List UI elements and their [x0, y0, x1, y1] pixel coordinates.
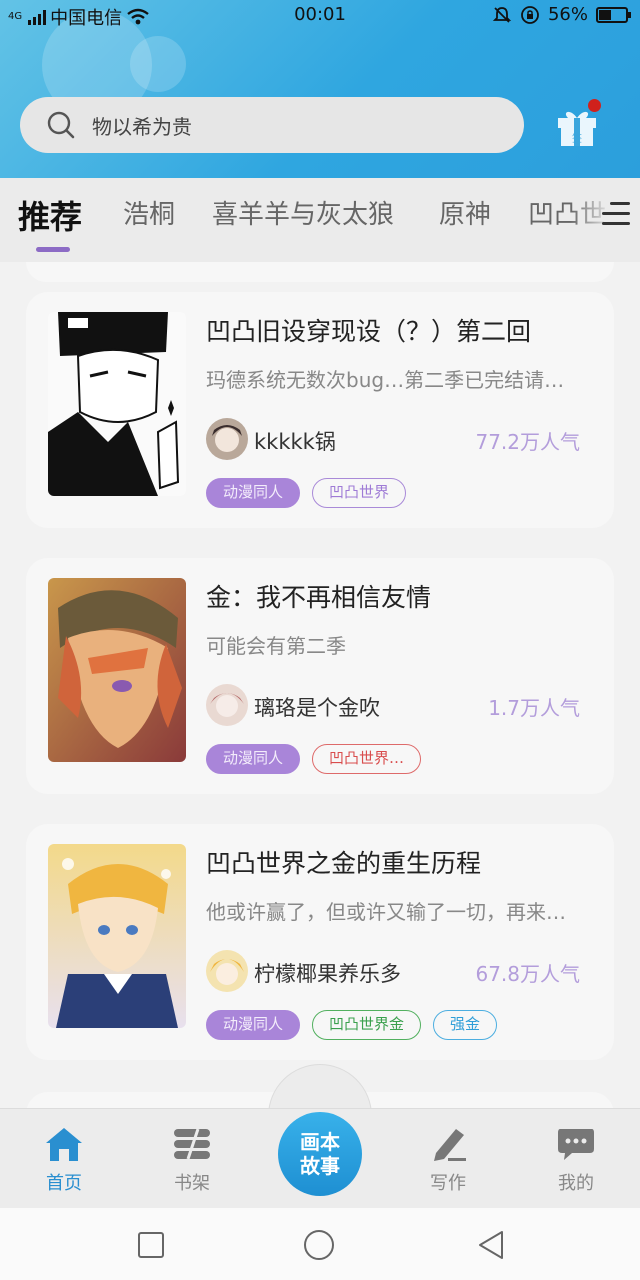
popularity-count: 67.8万人气 — [475, 962, 580, 986]
story-cover-image — [48, 578, 186, 762]
story-tag[interactable]: 动漫同人 — [206, 1010, 301, 1040]
previous-card-edge — [26, 262, 614, 282]
story-tag[interactable]: 凹凸世界 — [312, 478, 407, 508]
search-bar[interactable]: 物以希为贵 — [20, 97, 524, 153]
search-icon — [47, 111, 75, 139]
story-description: 可能会有第二季 — [206, 634, 346, 658]
author-avatar[interactable] — [206, 950, 248, 992]
tab-recommend[interactable]: 推荐 — [18, 192, 82, 238]
nav-mine-label: 我的 — [558, 1173, 594, 1194]
nav-home[interactable]: 首页 — [14, 1109, 114, 1209]
nav-bookshelf[interactable]: 书架 — [142, 1109, 242, 1209]
author-name[interactable]: kkkkk锅 — [254, 426, 336, 456]
story-tag[interactable]: 凹凸世界… — [312, 744, 422, 774]
story-description: 玛德系统无数次bug…第二季已完结请… — [206, 368, 565, 392]
pen-icon — [434, 1129, 466, 1161]
tab-haotong[interactable]: 浩桐 — [123, 194, 175, 231]
tab-pleasant-goat[interactable]: 喜羊羊与灰太狼 — [212, 194, 394, 231]
story-tag[interactable]: 动漫同人 — [206, 744, 301, 774]
story-title: 金：我不再相信友情 — [206, 583, 432, 612]
nav-mine[interactable]: 我的 — [526, 1109, 626, 1209]
decor-bubble — [130, 36, 186, 92]
create-story-button[interactable]: 画本 故事 — [278, 1112, 362, 1196]
svg-text:签: 签 — [572, 132, 582, 145]
author-name[interactable]: 柠檬椰果养乐多 — [254, 958, 401, 988]
create-story-label-line1: 画本 — [300, 1130, 340, 1154]
story-title: 凹凸旧设穿现设（？）第二回 — [206, 317, 532, 346]
author-avatar[interactable] — [206, 418, 248, 460]
story-card[interactable]: 金：我不再相信友情 可能会有第二季 璃珞是个金吹 1.7万人气 动漫同人 凹凸世… — [26, 558, 614, 794]
search-placeholder: 物以希为贵 — [92, 114, 192, 139]
author-name[interactable]: 璃珞是个金吹 — [254, 692, 380, 722]
active-tab-indicator — [36, 247, 70, 252]
nav-bookshelf-label: 书架 — [174, 1173, 210, 1194]
tag-list: 动漫同人 凹凸世界 — [206, 478, 407, 508]
tab-genshin[interactable]: 原神 — [439, 194, 491, 231]
story-tag[interactable]: 强金 — [433, 1010, 498, 1040]
chat-bubble-icon — [558, 1129, 594, 1160]
home-circle-icon[interactable] — [302, 1228, 336, 1262]
tag-list: 动漫同人 凹凸世界… — [206, 744, 422, 774]
story-cover-image — [48, 844, 186, 1028]
story-card[interactable]: 凹凸世界之金的重生历程 他或许赢了，但或许又输了一切，再来… 柠檬椰果养乐多 6… — [26, 824, 614, 1060]
tabs-menu-icon[interactable] — [602, 202, 630, 230]
recent-apps-icon[interactable] — [134, 1228, 168, 1262]
story-card[interactable]: 凹凸旧设穿现设（？）第二回 玛德系统无数次bug…第二季已完结请… kkkkk锅… — [26, 292, 614, 528]
back-triangle-icon[interactable] — [474, 1228, 508, 1262]
story-description: 他或许赢了，但或许又输了一切，再来… — [206, 900, 566, 924]
popularity-count: 77.2万人气 — [475, 430, 580, 454]
tag-list: 动漫同人 凹凸世界金 强金 — [206, 1010, 498, 1040]
story-tag[interactable]: 动漫同人 — [206, 478, 301, 508]
story-feed: 凹凸旧设穿现设（？）第二回 玛德系统无数次bug…第二季已完结请… kkkkk锅… — [0, 262, 640, 1108]
system-navigation-bar — [0, 1208, 640, 1280]
category-tabs: 推荐 浩桐 喜羊羊与灰太狼 原神 凹凸世 — [0, 178, 640, 262]
battery-icon — [596, 6, 631, 23]
author-avatar[interactable] — [206, 684, 248, 726]
nav-home-label: 首页 — [46, 1173, 82, 1194]
home-icon — [46, 1128, 82, 1161]
bookshelf-icon — [174, 1128, 210, 1160]
app-header: 4G 中国电信 00:01 56% 物以希为贵 签 — [0, 0, 640, 178]
notification-dot — [588, 99, 601, 112]
nav-write-label: 写作 — [430, 1173, 466, 1194]
create-story-label-line2: 故事 — [300, 1154, 340, 1178]
nav-write[interactable]: 写作 — [398, 1109, 498, 1209]
mute-bell-icon — [492, 6, 512, 23]
battery-percent: 56% — [547, 4, 588, 25]
popularity-count: 1.7万人气 — [488, 696, 580, 720]
rotation-lock-icon — [521, 5, 539, 24]
story-title: 凹凸世界之金的重生历程 — [206, 849, 482, 878]
story-cover-image — [48, 312, 186, 496]
story-tag[interactable]: 凹凸世界金 — [312, 1010, 422, 1040]
status-bar: 4G 中国电信 00:01 56% — [0, 0, 640, 32]
